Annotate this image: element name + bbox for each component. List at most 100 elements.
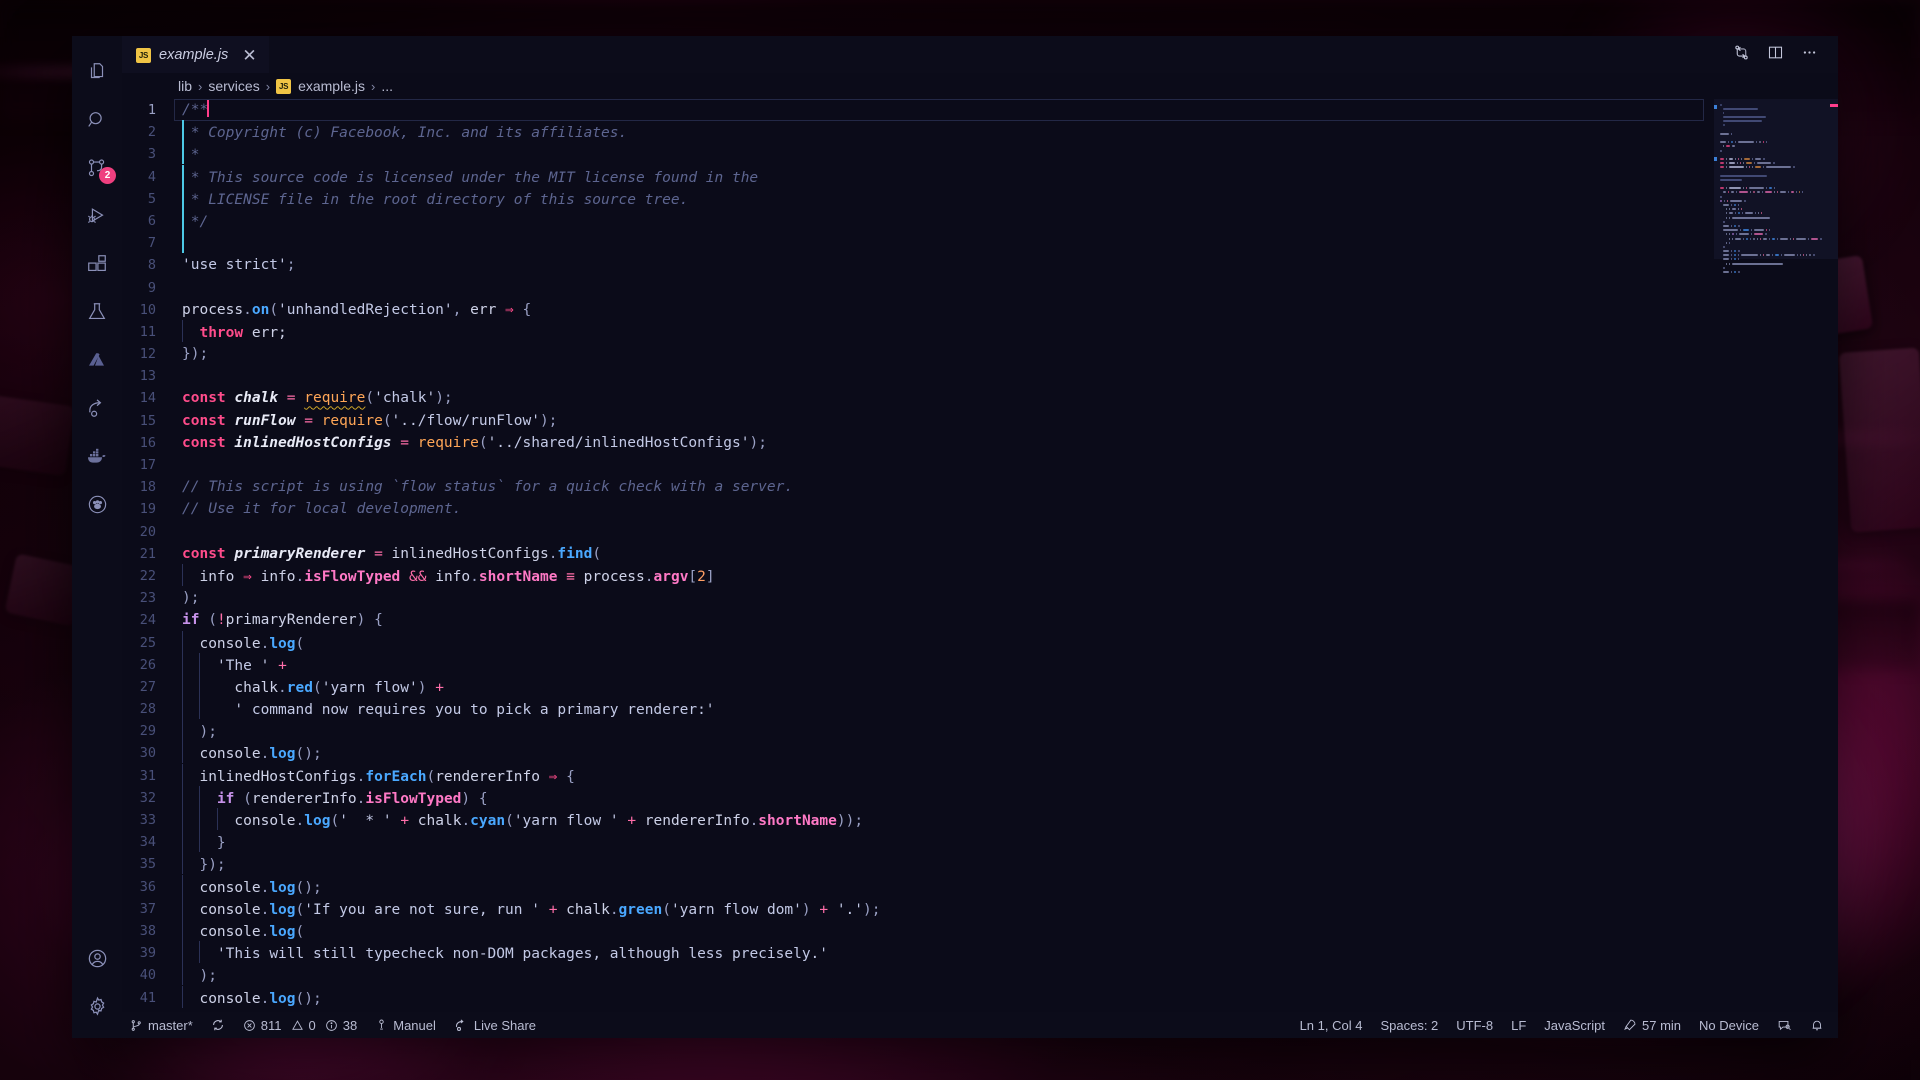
sidebar-item-live-share[interactable] bbox=[72, 384, 122, 432]
code-line[interactable]: 29 ); bbox=[122, 720, 1714, 742]
code-token: ] bbox=[706, 569, 715, 585]
code-line-content: const inlinedHostConfigs = require('../s… bbox=[178, 432, 767, 454]
split-editor-right-button[interactable] bbox=[1760, 40, 1790, 70]
code-line[interactable]: 36 console.log(); bbox=[122, 876, 1714, 898]
close-icon[interactable]: ✕ bbox=[242, 47, 256, 64]
code-line[interactable]: 41 console.log(); bbox=[122, 987, 1714, 1009]
code-token: '.' bbox=[837, 902, 863, 918]
code-line[interactable]: 37 console.log('If you are not sure, run… bbox=[122, 898, 1714, 920]
tab-example-js[interactable]: JS example.js ✕ bbox=[122, 36, 269, 73]
code-line[interactable]: 12}); bbox=[122, 343, 1714, 365]
accounts-button[interactable] bbox=[72, 934, 122, 982]
code-line-content: // This script is using `flow status` fo… bbox=[178, 476, 793, 498]
code-line[interactable]: 7 bbox=[122, 232, 1714, 254]
code-line[interactable]: 14const chalk = require('chalk'); bbox=[122, 387, 1714, 409]
code-line[interactable]: 34 } bbox=[122, 831, 1714, 853]
code-line[interactable]: 31 inlinedHostConfigs.forEach(rendererIn… bbox=[122, 765, 1714, 787]
beaker-icon bbox=[86, 301, 108, 323]
code-line[interactable]: 9 bbox=[122, 277, 1714, 299]
code-line[interactable]: 24if (!primaryRenderer) { bbox=[122, 609, 1714, 631]
sidebar-item-docker[interactable] bbox=[72, 432, 122, 480]
code-line[interactable]: 38 console.log( bbox=[122, 920, 1714, 942]
code-line[interactable]: 40 ); bbox=[122, 964, 1714, 986]
status-branch[interactable]: master* bbox=[122, 1012, 202, 1038]
sidebar-item-testing[interactable] bbox=[72, 288, 122, 336]
code-line[interactable]: 32 if (rendererInfo.isFlowTyped) { bbox=[122, 787, 1714, 809]
code-line[interactable]: 21const primaryRenderer = inlinedHostCon… bbox=[122, 543, 1714, 565]
manage-settings-button[interactable] bbox=[72, 982, 122, 1030]
overview-ruler[interactable] bbox=[1826, 99, 1838, 1012]
open-changes-button[interactable] bbox=[1726, 40, 1756, 70]
code-line[interactable]: 8'use strict'; bbox=[122, 254, 1714, 276]
breadcrumb-item-services[interactable]: services bbox=[208, 78, 259, 94]
status-feedback[interactable] bbox=[1768, 1012, 1801, 1038]
code-token: 'If you are not sure, run ' bbox=[304, 902, 540, 918]
status-indentation[interactable]: Spaces: 2 bbox=[1371, 1012, 1447, 1038]
sidebar-item-extensions[interactable] bbox=[72, 240, 122, 288]
status-encoding[interactable]: UTF-8 bbox=[1447, 1012, 1502, 1038]
code-line[interactable]: 18// This script is using `flow status` … bbox=[122, 476, 1714, 498]
code-line[interactable]: 25 console.log( bbox=[122, 632, 1714, 654]
sidebar-item-remote-explorer[interactable] bbox=[72, 480, 122, 528]
status-wakatime[interactable]: 57 min bbox=[1614, 1012, 1690, 1038]
status-cursor-position[interactable]: Ln 1, Col 4 bbox=[1291, 1012, 1372, 1038]
code-line[interactable]: 3 * bbox=[122, 143, 1714, 165]
breadcrumb-item-symbol[interactable]: ... bbox=[381, 78, 393, 94]
sidebar-item-search[interactable] bbox=[72, 96, 122, 144]
code-line[interactable]: 4 * This source code is licensed under t… bbox=[122, 166, 1714, 188]
code-lines-container[interactable]: 1/**2 * Copyright (c) Facebook, Inc. and… bbox=[122, 99, 1714, 1012]
code-line[interactable]: 28 ' command now requires you to pick a … bbox=[122, 698, 1714, 720]
code-line[interactable]: 39 'This will still typecheck non-DOM pa… bbox=[122, 942, 1714, 964]
code-line[interactable]: 20 bbox=[122, 521, 1714, 543]
status-remote-user[interactable]: Manuel bbox=[366, 1012, 445, 1038]
breadcrumb-item-file[interactable]: example.js bbox=[298, 78, 365, 94]
sidebar-item-source-control[interactable]: 2 bbox=[72, 144, 122, 192]
code-line[interactable]: 23); bbox=[122, 587, 1714, 609]
code-line[interactable]: 30 console.log(); bbox=[122, 742, 1714, 764]
code-token: */ bbox=[182, 214, 208, 230]
sidebar-item-explorer[interactable] bbox=[72, 48, 122, 96]
code-line[interactable]: 17 bbox=[122, 454, 1714, 476]
code-line[interactable]: 11 throw err; bbox=[122, 321, 1714, 343]
minimap-segment bbox=[1744, 158, 1750, 160]
code-line[interactable]: 33 console.log(' * ' + chalk.cyan('yarn … bbox=[122, 809, 1714, 831]
code-token: log bbox=[269, 746, 295, 762]
code-token: && bbox=[409, 569, 426, 585]
tab-bar: JS example.js ✕ bbox=[122, 36, 1838, 73]
minimap-segment bbox=[1744, 200, 1746, 202]
minimap[interactable] bbox=[1714, 99, 1838, 1012]
minimap-segment bbox=[1790, 238, 1791, 240]
status-language-mode[interactable]: JavaScript bbox=[1535, 1012, 1614, 1038]
code-line[interactable]: 16const inlinedHostConfigs = require('..… bbox=[122, 432, 1714, 454]
code-line[interactable]: 1/** bbox=[122, 99, 1714, 121]
status-sync[interactable] bbox=[202, 1012, 234, 1038]
code-line-content: console.log( bbox=[178, 919, 304, 943]
code-line-content: if (rendererInfo.isFlowTyped) { bbox=[178, 786, 488, 810]
status-eol[interactable]: LF bbox=[1502, 1012, 1535, 1038]
code-token: info bbox=[426, 569, 470, 585]
code-token: . bbox=[278, 680, 287, 696]
status-problems[interactable]: 811 0 38 bbox=[234, 1012, 366, 1038]
status-device[interactable]: No Device bbox=[1690, 1012, 1768, 1038]
code-line[interactable]: 26 'The ' + bbox=[122, 654, 1714, 676]
breadcrumb-item-lib[interactable]: lib bbox=[178, 78, 192, 94]
code-line[interactable]: 27 chalk.red('yarn flow') + bbox=[122, 676, 1714, 698]
code-line[interactable]: 2 * Copyright (c) Facebook, Inc. and its… bbox=[122, 121, 1714, 143]
code-line[interactable]: 19// Use it for local development. bbox=[122, 498, 1714, 520]
code-line[interactable]: 15const runFlow = require('../flow/runFl… bbox=[122, 410, 1714, 432]
sidebar-item-azure[interactable] bbox=[72, 336, 122, 384]
more-actions-button[interactable] bbox=[1794, 40, 1824, 70]
sidebar-item-run-and-debug[interactable] bbox=[72, 192, 122, 240]
minimap-segment bbox=[1724, 200, 1725, 202]
status-live-share[interactable]: Live Share bbox=[445, 1012, 545, 1038]
code-line[interactable]: 13 bbox=[122, 365, 1714, 387]
code-token: find bbox=[557, 546, 592, 562]
code-line[interactable]: 22 info ⇒ info.isFlowTyped && info.short… bbox=[122, 565, 1714, 587]
code-line[interactable]: 6 */ bbox=[122, 210, 1714, 232]
code-line[interactable]: 5 * LICENSE file in the root directory o… bbox=[122, 188, 1714, 210]
code-editor[interactable]: 1/**2 * Copyright (c) Facebook, Inc. and… bbox=[122, 99, 1838, 1012]
code-line[interactable]: 10process.on('unhandledRejection', err ⇒… bbox=[122, 299, 1714, 321]
status-notifications[interactable] bbox=[1801, 1012, 1838, 1038]
code-line[interactable]: 35 }); bbox=[122, 853, 1714, 875]
minimap-segment bbox=[1723, 221, 1725, 223]
